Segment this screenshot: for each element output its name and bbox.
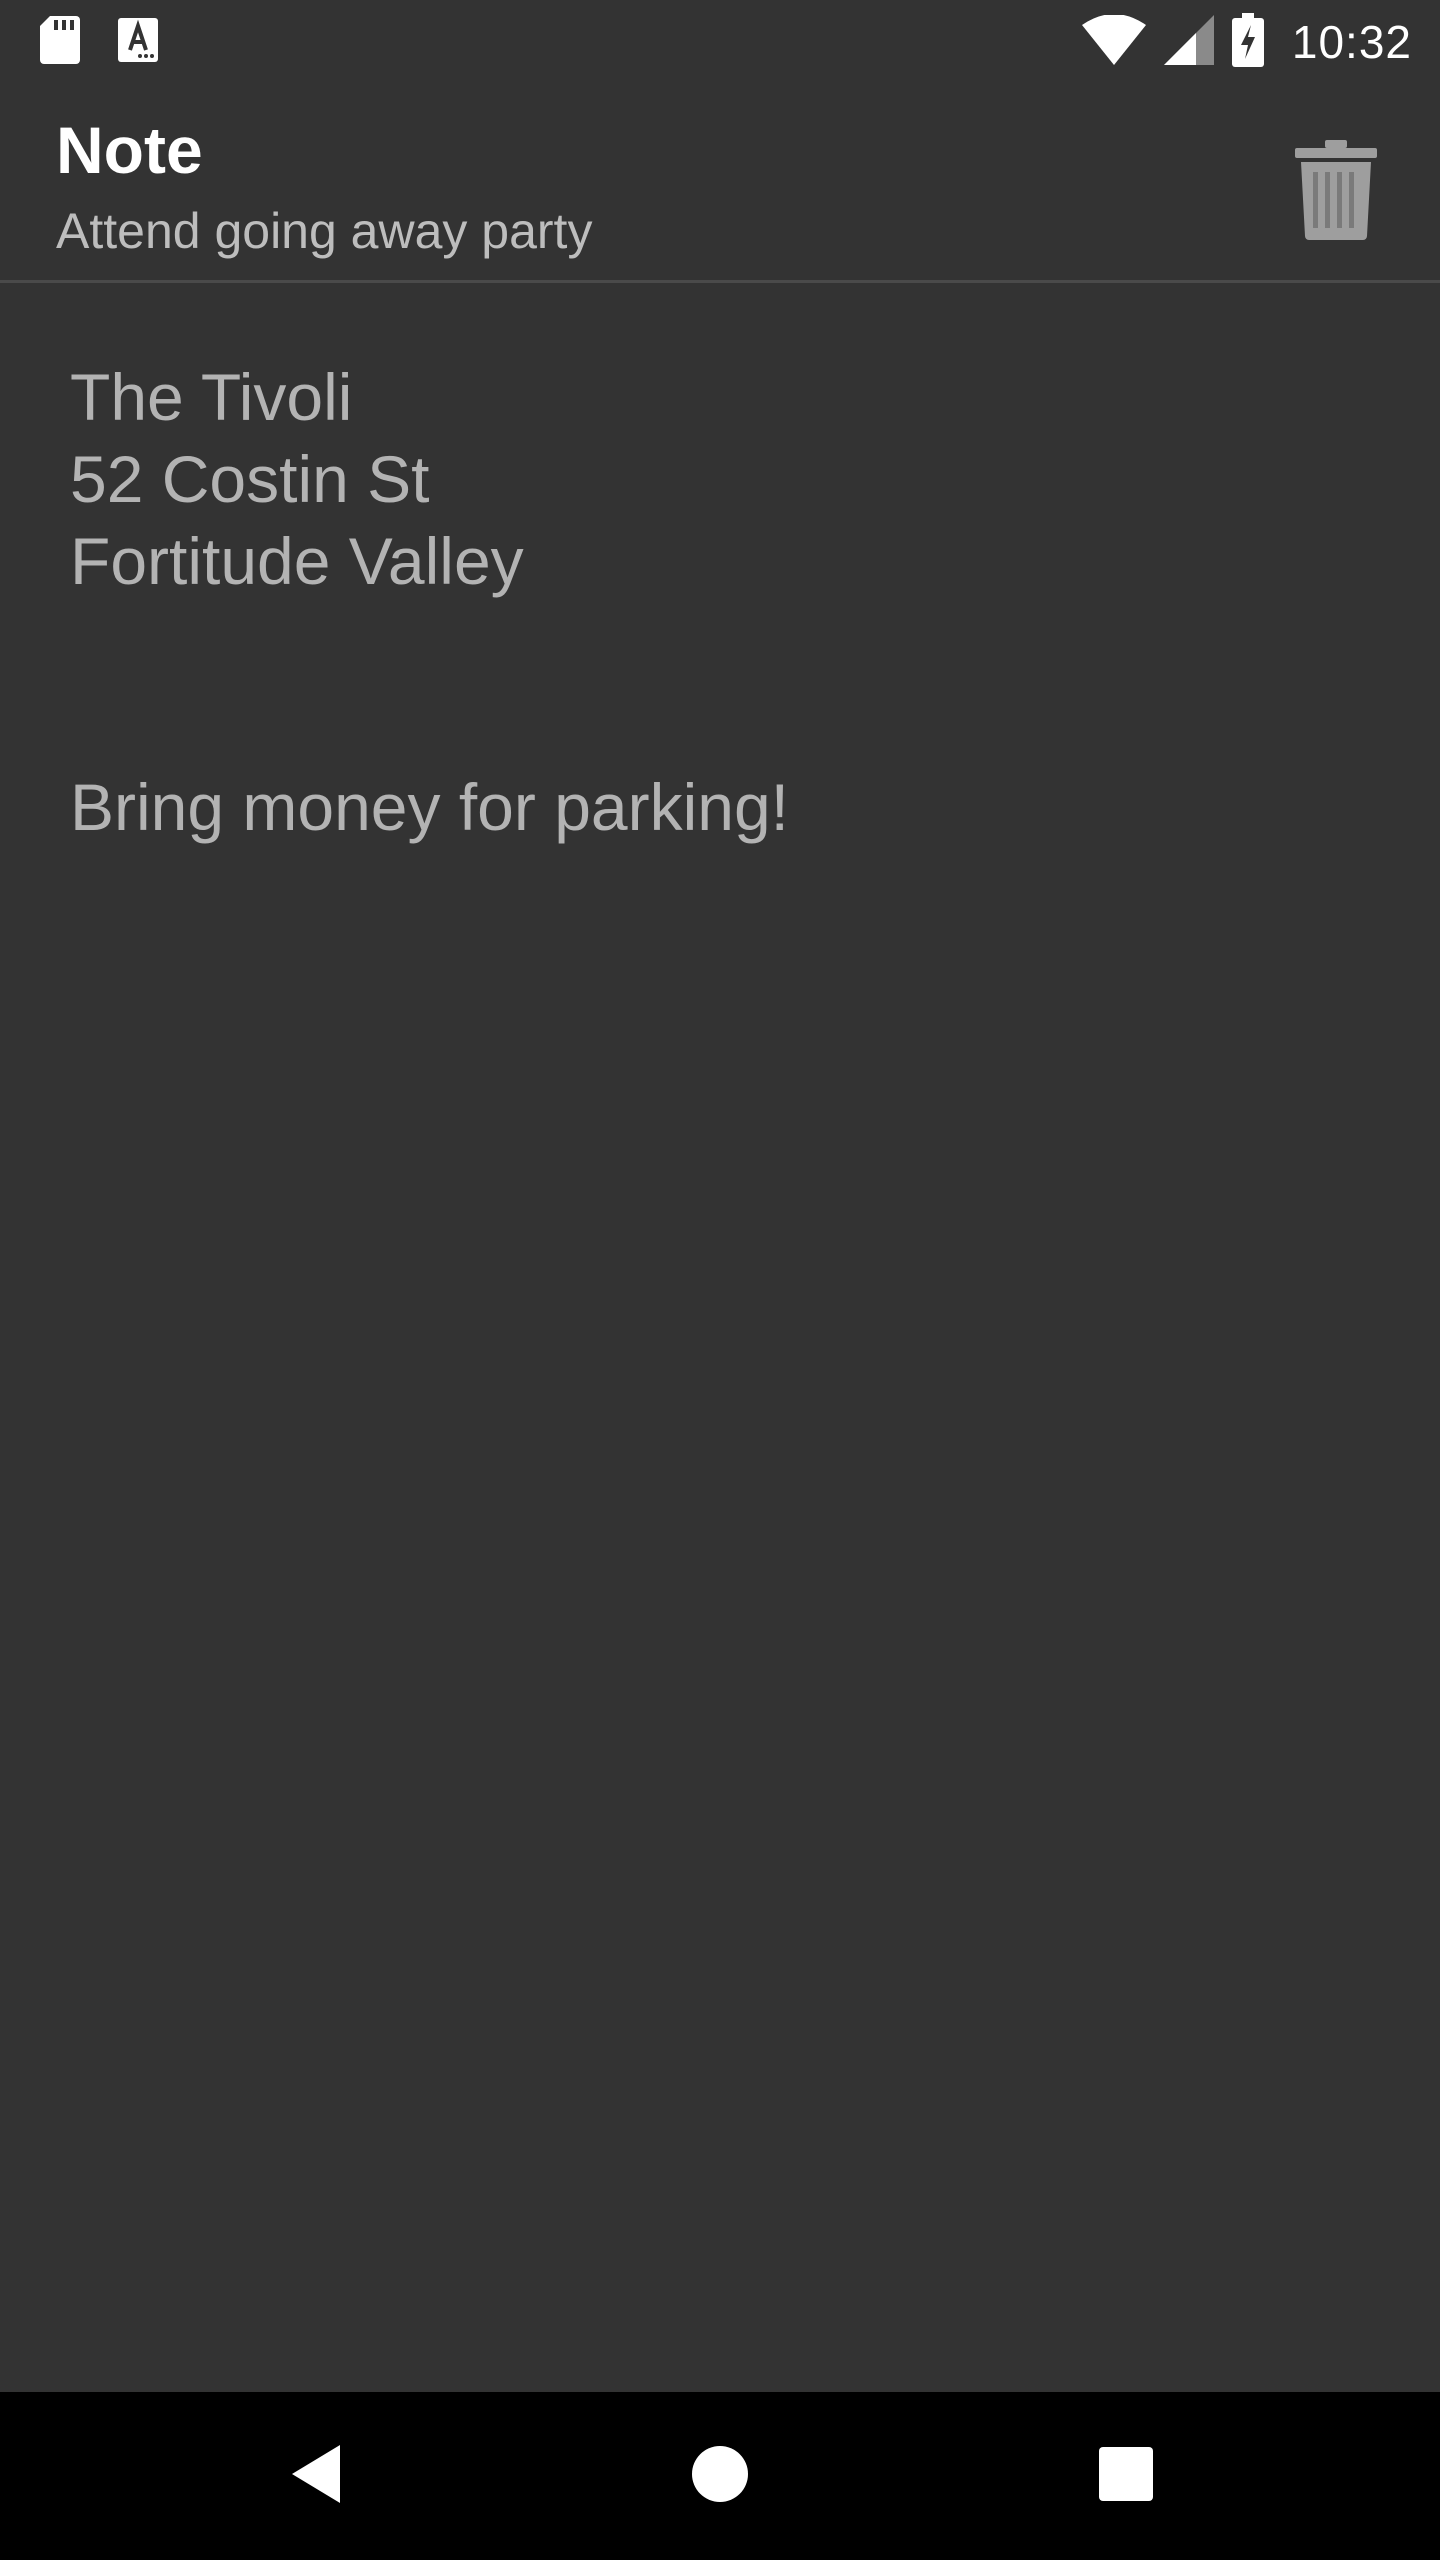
home-icon [691,2445,749,2508]
note-line: Bring money for parking! [70,770,790,844]
page-subtitle: Attend going away party [56,203,593,259]
trash-icon [1295,139,1377,245]
note-line: Fortitude Valley [70,524,524,598]
note-body-editor[interactable]: The Tivoli 52 Costin St Fortitude Valley… [70,356,1370,956]
app-header: Note Attend going away party [0,84,1440,280]
back-icon [288,2443,344,2510]
sd-card-icon [40,15,80,69]
status-bar: 10:32 [0,0,1440,84]
status-time: 10:32 [1291,16,1412,68]
status-system-icons: 10:32 [1081,10,1412,74]
battery-charging-icon [1231,12,1264,72]
wifi-icon [1081,13,1146,70]
nav-back-button[interactable] [266,2426,366,2526]
status-notifications [40,15,158,69]
page-title: Note [56,113,203,187]
nav-home-button[interactable] [670,2426,770,2526]
note-line [70,602,1370,684]
delete-note-button[interactable] [1288,136,1384,248]
cell-signal-icon [1163,14,1214,70]
text-notification-icon [118,17,158,67]
recents-icon [1099,2446,1153,2506]
note-line: 52 Costin St [70,442,430,516]
navigation-bar [0,2392,1440,2560]
note-line [70,684,1370,766]
nav-recents-button[interactable] [1076,2426,1176,2526]
header-divider [0,280,1440,283]
note-line: The Tivoli [70,360,353,434]
